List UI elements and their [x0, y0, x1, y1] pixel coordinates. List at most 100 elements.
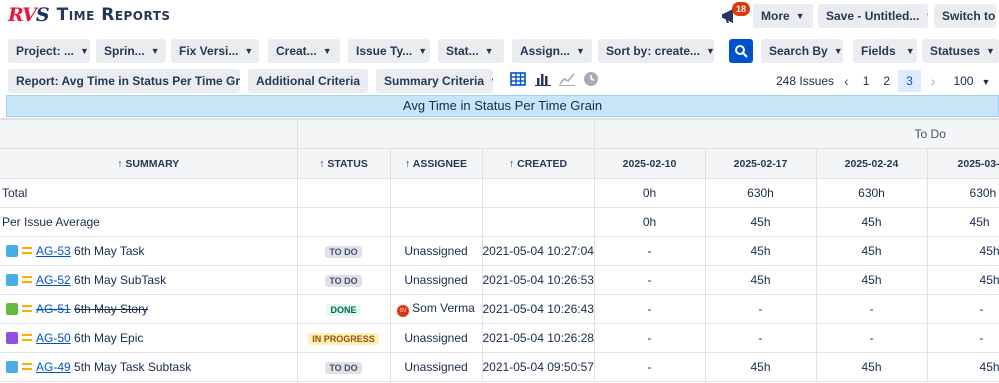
additional-criteria-button[interactable]: Additional Criteria ▼	[248, 69, 368, 93]
chevron-down-icon: ▼	[150, 46, 160, 56]
issue-key-link[interactable]: AG-49	[36, 360, 71, 374]
app-title: Time Reports	[56, 5, 171, 25]
issue-type-icon	[6, 361, 18, 373]
report-table-container: To Do ↑ SUMMARY ↑ STATUS ↑ ASSIGNEE ↑ CR…	[0, 118, 999, 383]
filter-label: Sort by: create...	[606, 44, 701, 58]
chevron-down-icon: ▼	[706, 46, 714, 56]
average-value: 45h	[815, 207, 928, 237]
total-value: 0h	[593, 178, 706, 208]
line-chart-icon[interactable]	[559, 72, 575, 86]
next-page-icon[interactable]: ›	[931, 73, 936, 89]
filter-button[interactable]: Creat... ▼	[268, 39, 340, 63]
fields-label: Fields	[861, 44, 896, 58]
average-label: Per Issue Average	[0, 207, 298, 237]
priority-medium-icon	[22, 334, 32, 341]
bar-chart-icon[interactable]	[535, 72, 551, 86]
page-3-current[interactable]: 3	[898, 70, 921, 92]
status-badge: TO DO	[325, 246, 362, 258]
filter-button[interactable]: Assign... ▼	[512, 39, 592, 63]
more-button[interactable]: More ▼	[753, 4, 813, 28]
date-header[interactable]: 2025-02-17	[704, 148, 817, 179]
date-header[interactable]: 2025-02-10	[593, 148, 706, 179]
issue-key-link[interactable]: AG-51	[36, 302, 71, 316]
app-logo[interactable]: RVS Time Reports	[8, 4, 171, 26]
page-2[interactable]: 2	[883, 74, 890, 88]
table-row[interactable]: AG-53 6th May Task TO DO Unassigned 2021-05…	[0, 236, 999, 266]
filter-button[interactable]: Stat... ▼	[438, 39, 504, 63]
time-value: -	[593, 294, 706, 324]
time-value: 45h	[926, 236, 999, 266]
report-select[interactable]: Report: Avg Time in Status Per Time Grai…	[8, 69, 240, 93]
switch-label: Switch to	[942, 9, 996, 23]
assignee-name: Som Verma	[412, 301, 475, 315]
prev-page-icon[interactable]: ‹	[844, 73, 849, 89]
assignee-name: Unassigned	[404, 244, 468, 258]
empty-cell	[481, 207, 595, 237]
priority-medium-icon	[22, 247, 32, 254]
created-header[interactable]: ↑ CREATED	[481, 148, 595, 179]
issue-key-link[interactable]: AG-50	[36, 331, 71, 345]
search-button[interactable]	[729, 39, 753, 63]
chevron-down-icon: ▼	[833, 46, 843, 56]
average-value: 0h	[593, 207, 706, 237]
time-value: -	[926, 323, 999, 353]
status-badge: TO DO	[325, 275, 362, 287]
issue-key-link[interactable]: AG-53	[36, 244, 71, 258]
filter-button[interactable]: Issue Ty... ▼	[348, 39, 430, 63]
table-row[interactable]: AG-50 6th May Epic IN PROGRESS Unassigned 2…	[0, 323, 999, 353]
table-row[interactable]: AG-52 6th May SubTask TO DO Unassigned 2021…	[0, 265, 999, 295]
time-value: -	[926, 294, 999, 324]
total-row: Total 0h 630h 630h 630h	[0, 178, 999, 208]
status-cell: IN PROGRESS	[296, 323, 391, 353]
search-by-button[interactable]: Search By ▼	[761, 39, 843, 63]
search-by-label: Search By	[769, 44, 828, 58]
total-label: Total	[0, 178, 298, 208]
filter-label: Assign...	[520, 44, 571, 58]
status-header[interactable]: ↑ STATUS	[296, 148, 391, 179]
pagination: 248 Issues ‹ 1 2 3 › 100 ▼	[776, 70, 990, 92]
table-row[interactable]: AG-49 5th May Task Subtask TO DO Unassigne…	[0, 352, 999, 382]
summary-criteria-label: Summary Criteria	[384, 74, 485, 88]
chevron-down-icon: ▼	[905, 46, 915, 56]
chevron-down-icon: ▼	[80, 46, 89, 56]
chevron-down-icon: ▼	[484, 46, 494, 56]
empty-cell	[389, 178, 483, 208]
page-size-select[interactable]: 100 ▼	[953, 74, 990, 88]
created-cell: 2021-05-04 10:26:53	[481, 265, 595, 295]
switch-to-button[interactable]: Switch to	[934, 4, 996, 28]
date-header[interactable]: 2025-02-24	[815, 148, 928, 179]
filter-button[interactable]: Sort by: create... ▼	[598, 39, 714, 63]
empty-cell	[389, 207, 483, 237]
table-row[interactable]: AG-51 6th May Story DONE SV Som Verma 2021-0…	[0, 294, 999, 324]
filter-button[interactable]: Project: ... ▼	[8, 39, 90, 63]
assignee-name: Unassigned	[404, 360, 468, 374]
status-badge: IN PROGRESS	[308, 333, 379, 345]
summary-criteria-button[interactable]: Summary Criteria ▼	[376, 69, 493, 93]
assignee-header[interactable]: ↑ ASSIGNEE	[389, 148, 483, 179]
time-value: 45h	[704, 352, 817, 382]
issue-summary: 6th May SubTask	[74, 273, 167, 287]
notification-badge: 18	[732, 2, 750, 16]
assignee-name: Unassigned	[404, 273, 468, 287]
summary-cell: AG-51 6th May Story	[0, 294, 298, 324]
table-view-icon[interactable]	[510, 72, 526, 86]
time-value: 45h	[815, 352, 928, 382]
filter-button[interactable]: Fix Versi... ▼	[171, 39, 259, 63]
time-value: -	[593, 352, 706, 382]
save-button[interactable]: Save - Untitled... ▼	[818, 4, 928, 28]
statuses-button[interactable]: Statuses ▼	[922, 39, 999, 63]
issue-key-link[interactable]: AG-52	[36, 273, 71, 287]
status-badge: TO DO	[325, 362, 362, 374]
time-value: 45h	[926, 265, 999, 295]
report-label: Report: Avg Time in Status Per Time Grai…	[16, 74, 240, 88]
search-icon	[735, 45, 748, 58]
filter-button[interactable]: Sprin... ▼	[96, 39, 166, 63]
page-1[interactable]: 1	[863, 74, 870, 88]
fields-button[interactable]: Fields ▼	[853, 39, 917, 63]
summary-header[interactable]: ↑ SUMMARY	[0, 148, 298, 179]
date-header[interactable]: 2025-03-0	[926, 148, 999, 179]
chevron-down-icon: ▼	[986, 46, 995, 56]
column-header-row: ↑ SUMMARY ↑ STATUS ↑ ASSIGNEE ↑ CREATED …	[0, 148, 999, 179]
assignee-cell: Unassigned	[389, 352, 483, 382]
clock-icon[interactable]	[583, 71, 599, 87]
